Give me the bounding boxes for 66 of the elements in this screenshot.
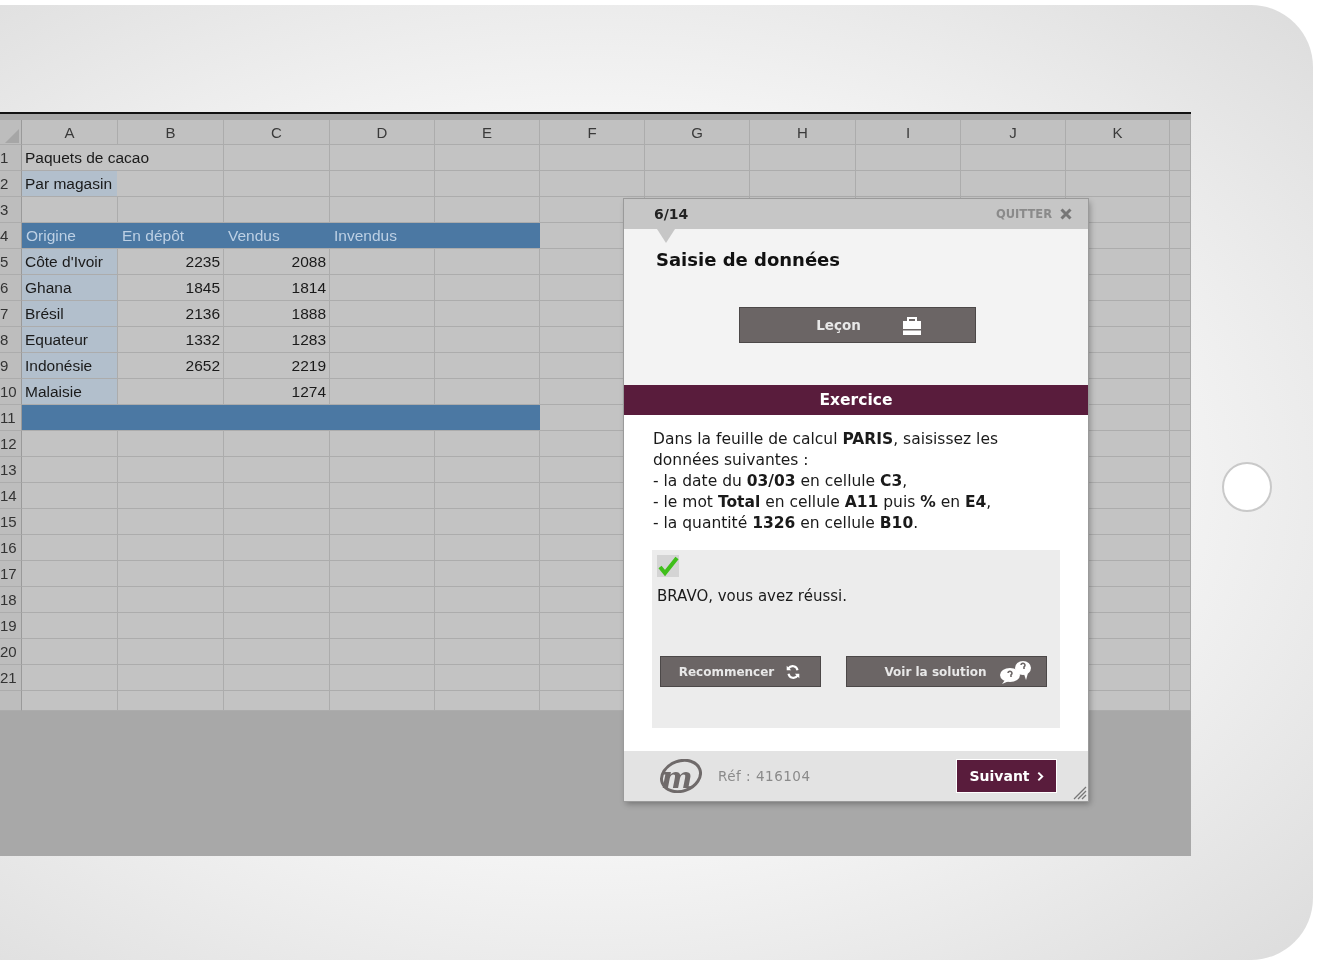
table-cell: 2136 [118,301,224,327]
column-header[interactable]: F [540,120,645,145]
table-cell: 1888 [224,301,330,327]
selected-cell[interactable]: Malaisie [22,379,118,405]
row-header[interactable]: 20 [0,639,22,665]
cell-text: Vendus [228,226,280,245]
instruction-item: - la quantité 1326 en cellule B10. [653,513,920,534]
table-cell: 2652 [118,353,224,379]
column-header[interactable]: D [330,120,435,145]
row-header[interactable]: 14 [0,483,22,509]
cell-text: Invendus [334,226,397,245]
table-cell: 1283 [224,327,330,353]
column-header[interactable]: K [1066,120,1170,145]
instruction-text: Dans la feuille de calcul PARIS, saisissez les données suivantes : [653,429,999,471]
section-header: Exercice [624,385,1088,415]
show-solution-button[interactable]: Voir la solution [847,657,1046,686]
instruction-item: - la date du 03/03 en cellule C3, [653,471,909,492]
lesson-button[interactable]: Leçon [740,308,975,342]
table-cell: 1332 [118,327,224,353]
row-header[interactable]: 11 [0,405,22,431]
selected-cell[interactable]: Indonésie [22,353,118,379]
row-header[interactable]: 8 [0,327,22,353]
table-cell: 2219 [224,353,330,379]
column-header[interactable]: H [750,120,856,145]
restart-button[interactable]: Recommencer [661,657,820,686]
column-header[interactable]: B [118,120,224,145]
column-header[interactable]: C [224,120,330,145]
feedback-message: BRAVO, vous avez réussi. [657,587,848,605]
lesson-title: Saisie de données [656,249,840,270]
table-cell: 1814 [224,275,330,301]
row-header[interactable]: 16 [0,535,22,561]
row-header[interactable]: 3 [0,197,22,223]
row-header[interactable]: 13 [0,457,22,483]
row-header[interactable]: 15 [0,509,22,535]
selected-cell[interactable]: Par magasin [22,171,224,197]
cell-text: En dépôt [122,226,185,245]
row-header[interactable]: 12 [0,431,22,457]
row-header[interactable]: 2 [0,171,22,197]
row-header[interactable]: 10 [0,379,22,405]
selected-cell[interactable]: Equateur [22,327,118,353]
column-header[interactable]: A [22,120,118,145]
row-header[interactable]: 9 [0,353,22,379]
row-header[interactable]: 5 [0,249,22,275]
column-header[interactable]: I [856,120,961,145]
table-cell: 2235 [118,249,224,275]
table-cell: 1845 [118,275,224,301]
next-button[interactable]: Suivant [957,760,1056,792]
row-header[interactable]: 1 [0,145,22,171]
table-cell: 2088 [224,249,330,275]
reference-number: Réf : 416104 [718,768,811,784]
cell-text: Origine [26,226,76,245]
column-header[interactable]: G [645,120,750,145]
column-header[interactable]: E [435,120,540,145]
selected-cell[interactable]: Brésil [22,301,118,327]
row-header[interactable]: 6 [0,275,22,301]
selected-cell[interactable]: Ghana [22,275,118,301]
row-header[interactable]: 17 [0,561,22,587]
row-header[interactable]: 19 [0,613,22,639]
instruction-item: - le mot Total en cellule A11 puis % en E4, [653,492,993,513]
step-counter: 6/14 [654,206,689,222]
row-header[interactable]: 7 [0,301,22,327]
selected-cell[interactable]: Côte d'Ivoir [22,249,118,275]
row-header[interactable]: 4 [0,223,22,249]
row-header[interactable]: 18 [0,587,22,613]
row-header[interactable]: 21 [0,665,22,691]
column-header[interactable]: J [961,120,1066,145]
